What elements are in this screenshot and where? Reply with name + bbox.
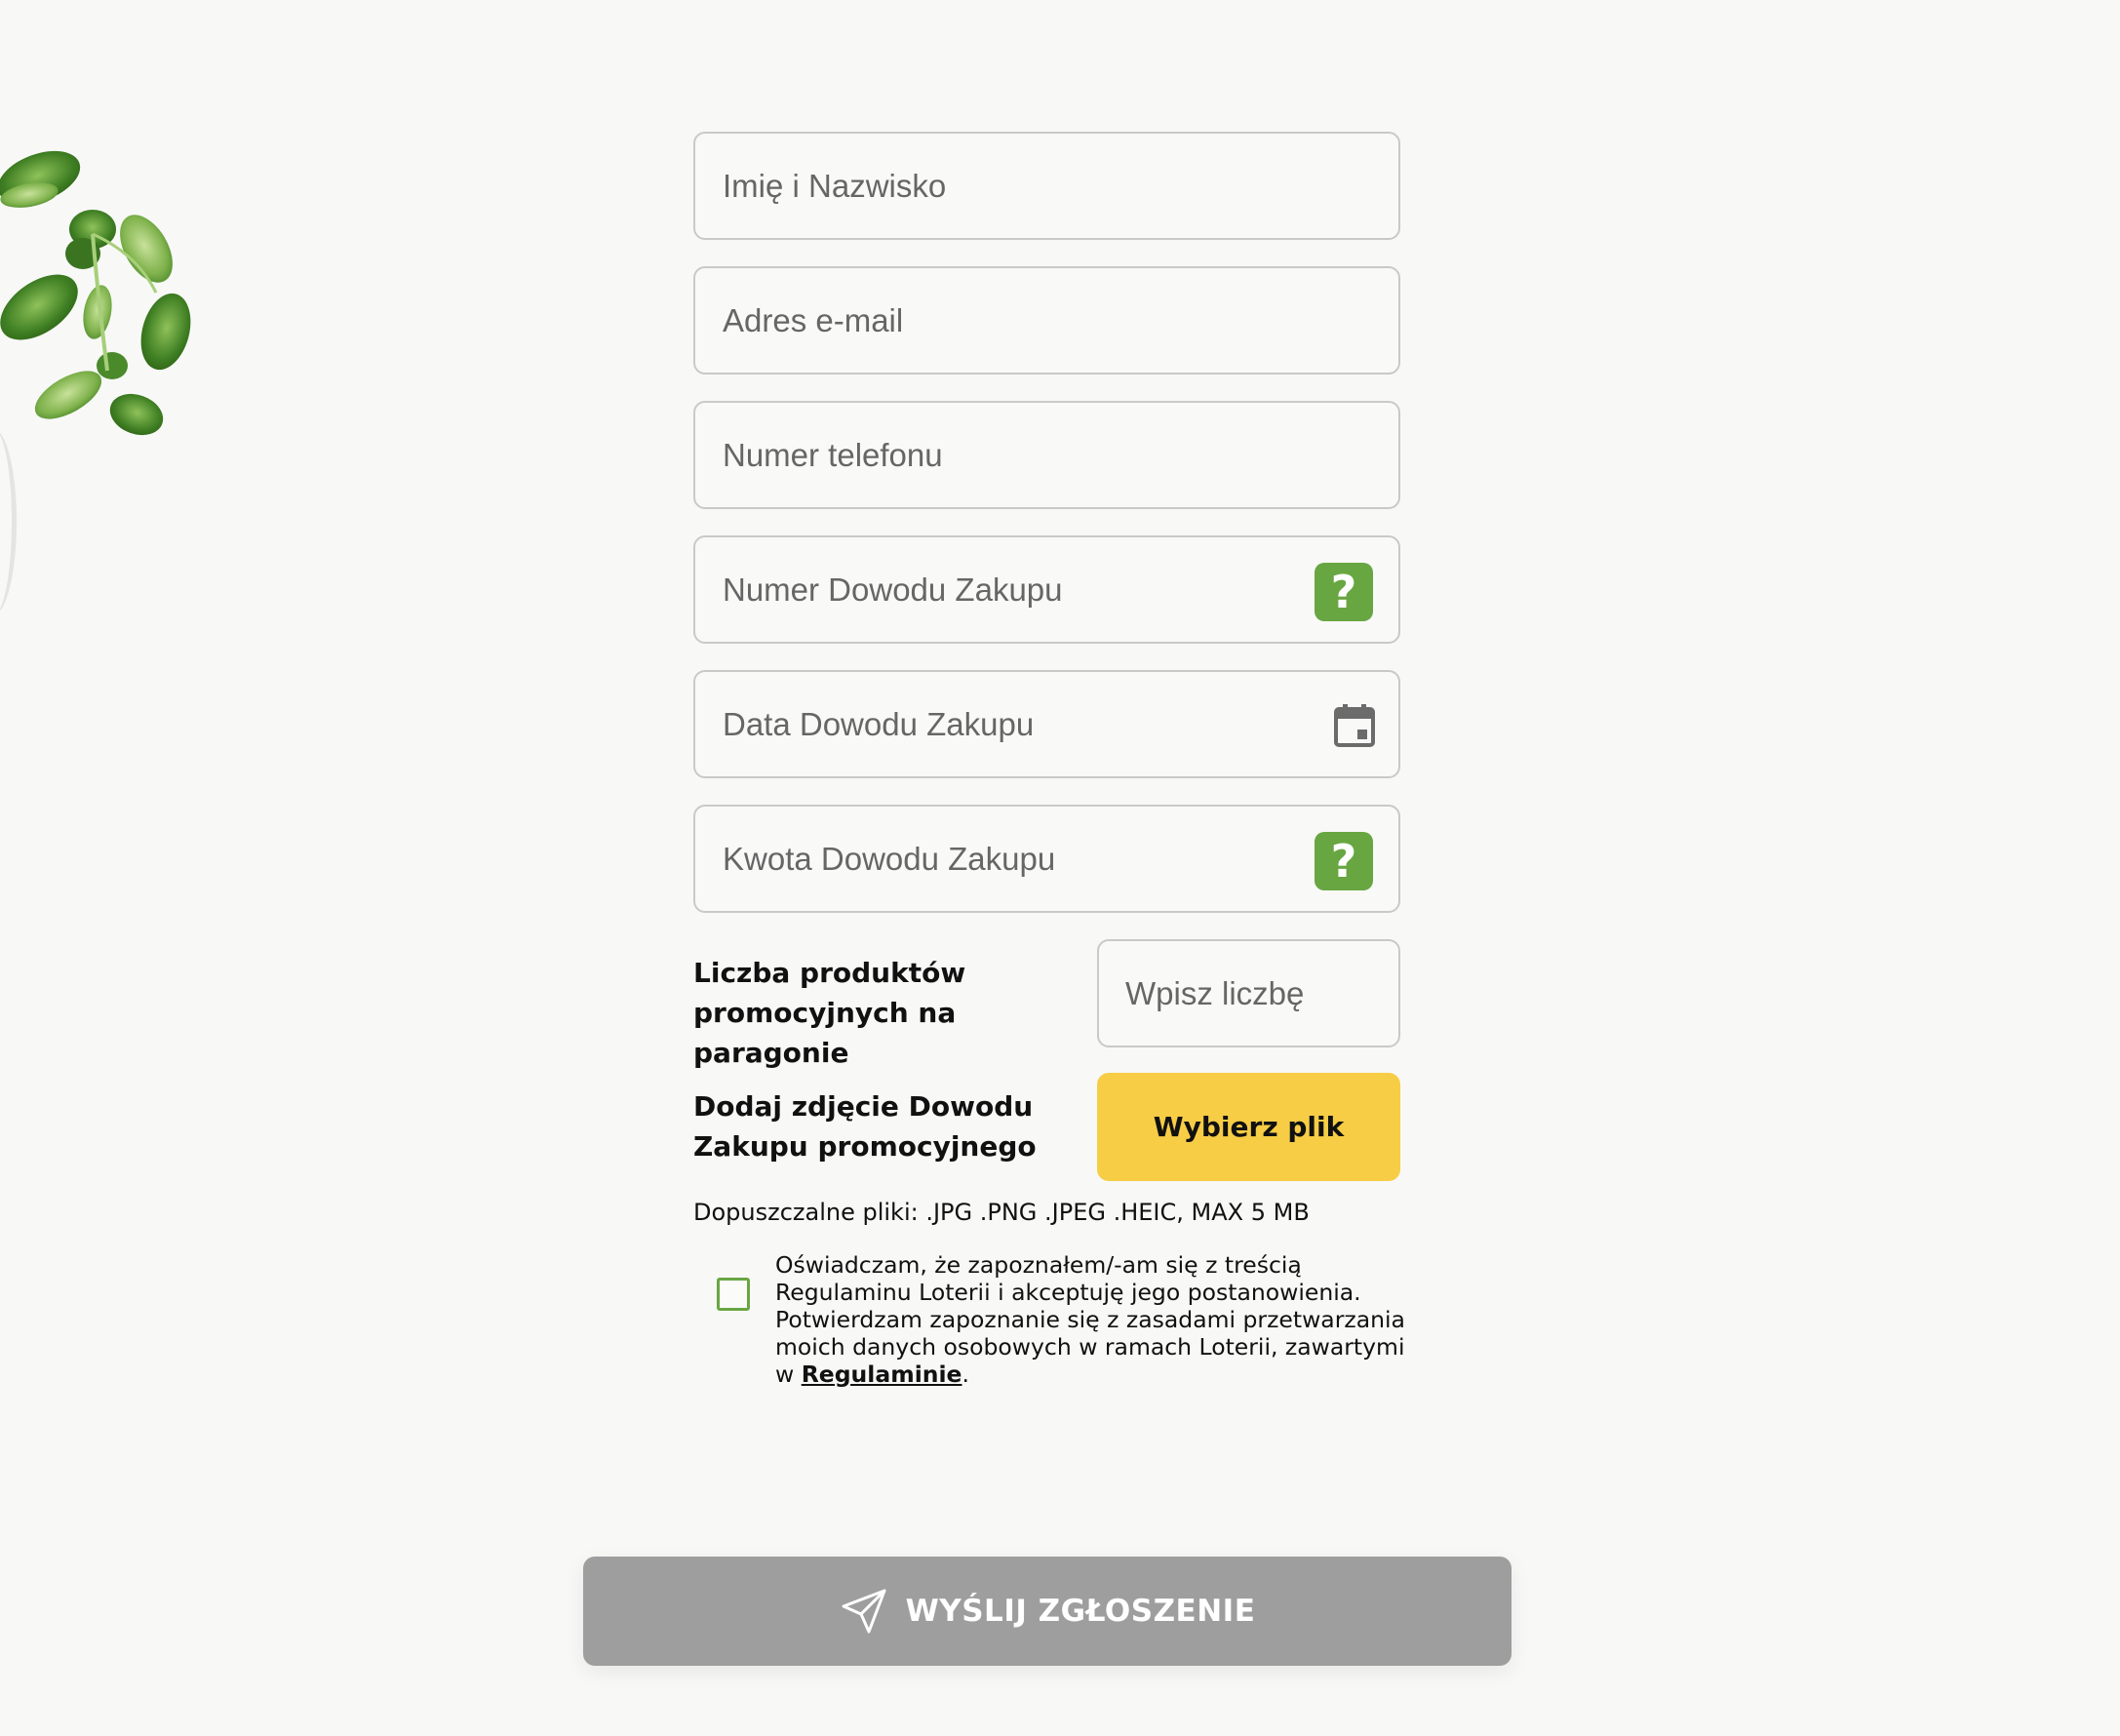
product-count-label-line2: promocyjnych na paragonie <box>693 997 957 1069</box>
email-input[interactable] <box>695 268 1398 373</box>
consent-checkbox[interactable] <box>717 1278 750 1311</box>
send-icon <box>842 1589 886 1634</box>
choose-file-button[interactable]: Wybierz plik <box>1097 1073 1400 1181</box>
regulations-link[interactable]: Regulaminie <box>802 1361 962 1388</box>
receipt-number-input[interactable] <box>695 537 1398 642</box>
full-name-field[interactable] <box>693 132 1400 240</box>
product-count-field[interactable] <box>1097 939 1400 1047</box>
receipt-amount-field[interactable]: ? <box>693 805 1400 913</box>
photo-upload-label-line1: Dodaj zdjęcie Dowodu <box>693 1090 1034 1123</box>
product-count-label-line1: Liczba produktów <box>693 957 966 989</box>
submit-button[interactable]: WYŚLIJ ZGŁOSZENIE <box>583 1557 1511 1666</box>
email-field[interactable] <box>693 266 1400 375</box>
phone-input[interactable] <box>695 403 1398 507</box>
lettuce-leaves-decoration <box>0 150 191 436</box>
product-count-label: Liczba produktów promocyjnych na paragon… <box>693 953 1103 1073</box>
receipt-number-help-icon[interactable]: ? <box>1315 563 1373 621</box>
receipt-amount-input[interactable] <box>695 807 1398 911</box>
lottery-entry-page: ? ? Liczba produktów promocyjnych na par… <box>0 0 2120 1736</box>
full-name-input[interactable] <box>695 134 1398 238</box>
phone-field[interactable] <box>693 401 1400 509</box>
receipt-amount-help-icon[interactable]: ? <box>1315 832 1373 890</box>
receipt-date-field[interactable] <box>693 670 1400 778</box>
photo-upload-label-line2: Zakupu promocyjnego <box>693 1130 1037 1163</box>
receipt-date-input[interactable] <box>695 672 1398 776</box>
receipt-number-field[interactable]: ? <box>693 535 1400 644</box>
photo-upload-label: Dodaj zdjęcie Dowodu Zakupu promocyjnego <box>693 1086 1103 1166</box>
submit-button-label: WYŚLIJ ZGŁOSZENIE <box>905 1594 1256 1629</box>
allowed-files-note: Dopuszczalne pliki: .JPG .PNG .JPEG .HEI… <box>693 1199 1310 1226</box>
calendar-icon[interactable] <box>1334 704 1375 747</box>
product-count-input[interactable] <box>1099 941 1398 1046</box>
consent-text: Oświadczam, że zapoznałem/-am się z treś… <box>775 1251 1409 1388</box>
consent-text-end: . <box>962 1361 969 1388</box>
